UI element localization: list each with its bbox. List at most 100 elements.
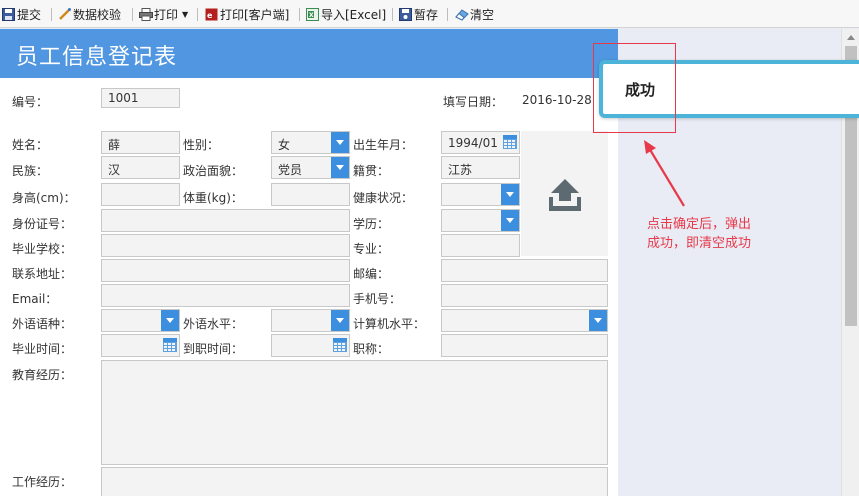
svg-text:e: e: [207, 11, 213, 20]
number-label: 编号：: [12, 95, 49, 109]
address-field[interactable]: [101, 259, 350, 282]
print-button[interactable]: 打印 ▼: [139, 6, 188, 23]
fill-date-label: 填写日期：: [443, 95, 504, 109]
validate-label: 数据校验: [73, 8, 122, 22]
gender-value: 女: [278, 138, 291, 152]
work-history-field[interactable]: [101, 467, 608, 496]
political-select[interactable]: 党员: [271, 156, 350, 179]
email-field[interactable]: [101, 284, 350, 307]
school-field[interactable]: [101, 234, 350, 257]
health-label: 健康状况：: [353, 191, 414, 205]
upload-icon: [549, 179, 581, 214]
edu-history-label: 教育经历：: [12, 368, 73, 382]
employee-form: 员工信息登记表 编号： 1001 填写日期： 2016-10-28 姓名： 薛 …: [0, 29, 618, 496]
gender-label: 性别：: [183, 138, 220, 152]
toolbar-divider: [447, 8, 448, 21]
eraser-icon: [455, 8, 469, 21]
print-label: 打印: [154, 8, 179, 22]
form-title: 员工信息登记表: [16, 45, 178, 70]
chevron-down-icon[interactable]: [331, 132, 349, 153]
name-label: 姓名：: [12, 138, 49, 152]
excel-icon: X: [306, 8, 319, 21]
computer-level-label: 计算机水平：: [353, 317, 426, 331]
fill-date-value: 2016-10-28: [522, 93, 592, 107]
title-field[interactable]: [441, 334, 608, 357]
email-label: Email：: [12, 292, 58, 306]
highlight-box: [593, 43, 676, 133]
major-field[interactable]: [441, 234, 520, 257]
save-draft-label: 暂存: [414, 8, 439, 22]
lang-label: 外语语种：: [12, 317, 73, 331]
toolbar-divider: [51, 8, 52, 21]
chevron-down-icon[interactable]: [589, 310, 607, 331]
validate-button[interactable]: 数据校验: [58, 6, 121, 23]
submit-button[interactable]: 提交: [2, 6, 41, 23]
mobile-label: 手机号：: [353, 292, 402, 306]
print-client-label: 打印[客户端]: [220, 8, 290, 22]
number-field[interactable]: 1001: [101, 88, 180, 108]
calendar-icon[interactable]: [502, 134, 518, 150]
address-label: 联系地址：: [12, 267, 73, 281]
form-banner: 员工信息登记表: [0, 29, 618, 78]
print-client-button[interactable]: e 打印[客户端]: [205, 6, 289, 23]
political-label: 政治面貌：: [183, 164, 244, 178]
save-draft-button[interactable]: 暂存: [399, 6, 438, 23]
native-field[interactable]: 江苏: [441, 156, 520, 179]
chevron-down-icon: ▼: [182, 10, 189, 19]
chevron-down-icon[interactable]: [331, 310, 349, 331]
save-icon: [2, 8, 15, 21]
chevron-down-icon[interactable]: [331, 157, 349, 178]
gender-select[interactable]: 女: [271, 131, 350, 154]
chevron-down-icon[interactable]: [161, 310, 179, 331]
name-field[interactable]: 薛: [101, 131, 180, 154]
lang-level-select[interactable]: [271, 309, 350, 332]
join-time-field[interactable]: [271, 334, 350, 357]
idcard-label: 身份证号：: [12, 217, 73, 231]
toolbar-divider: [299, 8, 300, 21]
weight-label: 体重(kg)：: [183, 191, 243, 205]
title-label: 职称：: [353, 342, 390, 356]
chevron-down-icon[interactable]: [501, 184, 519, 205]
calendar-icon[interactable]: [332, 337, 348, 353]
toolbar: 提交 数据校验 打印 ▼ e 打印[客户端] X 导入[Excel] 暂存 清空: [0, 0, 859, 28]
import-excel-button[interactable]: X 导入[Excel]: [306, 6, 386, 23]
work-history-label: 工作经历：: [12, 475, 73, 489]
join-time-label: 到职时间：: [183, 342, 244, 356]
chevron-down-icon[interactable]: [501, 210, 519, 231]
submit-label: 提交: [17, 8, 42, 22]
computer-level-select[interactable]: [441, 309, 608, 332]
zip-field[interactable]: [441, 259, 608, 282]
education-select[interactable]: [441, 209, 520, 232]
ethnicity-field[interactable]: 汉: [101, 156, 180, 179]
idcard-field[interactable]: [101, 209, 350, 232]
import-excel-label: 导入[Excel]: [321, 8, 387, 22]
lang-select[interactable]: [101, 309, 180, 332]
clear-label: 清空: [470, 8, 495, 22]
height-label: 身高(cm)：: [12, 191, 76, 205]
floppy-icon: [399, 8, 412, 21]
grad-time-field[interactable]: [101, 334, 180, 357]
annotation-text: 点击确定后，弹出 成功，即清空成功: [647, 217, 752, 251]
clear-button[interactable]: 清空: [455, 6, 494, 23]
scroll-up-icon[interactable]: [847, 35, 855, 40]
photo-area[interactable]: [521, 131, 608, 256]
mobile-field[interactable]: [441, 284, 608, 307]
edu-history-field[interactable]: [101, 360, 608, 465]
height-field[interactable]: [101, 183, 180, 206]
grad-time-label: 毕业时间：: [12, 342, 73, 356]
health-select[interactable]: [441, 183, 520, 206]
toolbar-divider: [392, 8, 393, 21]
birth-label: 出生年月：: [353, 138, 414, 152]
native-label: 籍贯：: [353, 164, 390, 178]
printer-icon: [139, 8, 153, 21]
calendar-icon[interactable]: [162, 337, 178, 353]
pdf-icon: e: [205, 8, 218, 21]
wand-icon: [58, 8, 71, 21]
political-value: 党员: [278, 163, 303, 177]
ethnicity-label: 民族：: [12, 164, 49, 178]
zip-label: 邮编：: [353, 267, 390, 281]
toolbar-divider: [132, 8, 133, 21]
weight-field[interactable]: [271, 183, 350, 206]
annotation-arrow: [644, 140, 685, 207]
birth-date-field[interactable]: 1994/01: [441, 131, 520, 154]
